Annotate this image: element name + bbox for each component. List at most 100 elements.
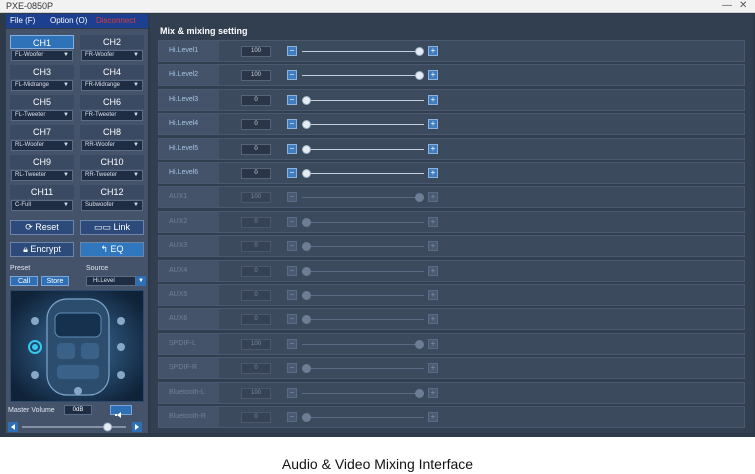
mix-slider-track[interactable] [302, 124, 424, 126]
mix-row-value[interactable]: 0 [241, 168, 271, 179]
mix-slider-track[interactable] [302, 75, 424, 77]
mix-row-label: AUX5 [159, 285, 219, 305]
increase-button[interactable]: + [428, 119, 438, 130]
channel-type-select[interactable]: FR-Midrange ▼ [81, 80, 143, 91]
chevron-down-icon: ▼ [63, 52, 69, 58]
chevron-down-icon: ▼ [63, 82, 69, 88]
increase-button[interactable]: + [428, 70, 438, 81]
channel-type-select[interactable]: Subwoofer ▼ [81, 200, 143, 211]
title-bar: PXE-0850P — ✕ [0, 0, 755, 13]
mix-row-label: Hi.Level2 [159, 65, 219, 86]
mix-slider-track[interactable] [302, 99, 424, 101]
mix-slider-track[interactable] [302, 51, 424, 52]
link-button[interactable]: ▭▭ Link [80, 220, 144, 235]
channel-button[interactable]: CH12 [80, 185, 144, 199]
channel-button[interactable]: CH2 [80, 35, 144, 49]
master-volume-label: Master Volume [8, 407, 55, 414]
mix-slider-knob [302, 217, 311, 227]
mix-row: Hi.Level1 100 − + [158, 40, 745, 62]
chevron-down-icon[interactable]: ▼ [136, 276, 146, 286]
mix-slider-knob[interactable] [302, 144, 311, 154]
channel-button[interactable]: CH10 [80, 155, 144, 169]
eq-button[interactable]: ↰ EQ [80, 242, 144, 257]
channel-type-select[interactable]: FR-Tweeter ▼ [81, 110, 143, 121]
decrease-button[interactable]: − [287, 168, 297, 178]
channel-button[interactable]: CH1 [10, 35, 74, 49]
mix-row-value[interactable]: 0 [241, 94, 271, 106]
mix-slider-track [302, 295, 424, 296]
reset-button[interactable]: ⟳ Reset [10, 220, 74, 235]
channel-type-select[interactable]: FR-Woofer ▼ [81, 50, 143, 61]
increase-button[interactable]: + [428, 94, 438, 105]
encrypt-button[interactable]: 🔒︎ Encrypt [10, 242, 74, 257]
mix-slider-track[interactable] [302, 148, 424, 150]
decrease-button[interactable]: − [287, 143, 297, 154]
channel-type-select[interactable]: FL-Woofer ▼ [11, 50, 73, 61]
app-window: PXE-0850P — ✕ File (F) Option (O) Discon… [0, 0, 755, 437]
channel-6: CH6 FR-Tweeter ▼ [80, 95, 144, 123]
channel-type-select[interactable]: FL-Tweeter ▼ [11, 110, 73, 121]
master-volume-knob [103, 422, 113, 432]
mix-row-value: 100 [241, 192, 271, 204]
channel-7: CH7 RL-Woofer ▼ [10, 125, 74, 153]
mix-slider-knob[interactable] [415, 47, 424, 56]
mix-row: Hi.Level3 0 − + [158, 88, 745, 111]
connection-status[interactable]: Disconnect [96, 16, 136, 25]
mix-slider-track[interactable] [302, 173, 424, 174]
decrease-button[interactable]: − [287, 94, 297, 105]
mix-row-value[interactable]: 100 [241, 46, 271, 57]
mix-slider-knob[interactable] [302, 95, 311, 105]
channel-type-value: FL-Woofer [15, 52, 44, 58]
channel-type-value: Subwoofer [85, 202, 114, 208]
channel-button[interactable]: CH4 [80, 65, 144, 79]
increase-button[interactable]: + [428, 168, 438, 178]
channel-type-select[interactable]: RR-Woofer ▼ [81, 140, 143, 151]
menu-option[interactable]: Option (O) [50, 16, 87, 25]
channel-3: CH3 FL-Midrange ▼ [10, 65, 74, 93]
channel-button[interactable]: CH3 [10, 65, 74, 79]
channel-button[interactable]: CH9 [10, 155, 74, 169]
channel-button[interactable]: CH8 [80, 125, 144, 139]
chevron-down-icon: ▼ [63, 142, 69, 148]
channel-button[interactable]: CH7 [10, 125, 74, 139]
preset-call-button[interactable]: Call [10, 276, 38, 286]
decrease-button[interactable]: − [287, 119, 297, 130]
channel-button[interactable]: CH5 [10, 95, 74, 109]
master-volume-slider[interactable] [8, 419, 144, 432]
mix-row-value[interactable]: 0 [241, 119, 271, 131]
image-caption: Audio & Video Mixing Interface [281, 456, 474, 472]
source-select[interactable]: Hi.Level [86, 276, 136, 286]
decrease-button[interactable]: − [287, 70, 297, 81]
increase-button[interactable]: + [428, 46, 438, 56]
channel-type-select[interactable]: RL-Woofer ▼ [11, 140, 73, 151]
channel-button[interactable]: CH11 [10, 185, 74, 199]
chevron-down-icon: ▼ [133, 52, 139, 58]
decrease-button[interactable]: − [287, 46, 297, 56]
mix-row: AUX1 100 − + [158, 186, 745, 209]
minimize-button[interactable]: — [722, 0, 732, 11]
increase-button[interactable]: + [428, 143, 438, 154]
mix-row-value[interactable]: 100 [241, 70, 271, 82]
speaker-icon[interactable] [110, 405, 132, 418]
mix-row: Hi.Level5 0 − + [158, 137, 745, 160]
mix-slider-knob[interactable] [302, 120, 311, 130]
mix-row: AUX4 0 − + [158, 259, 745, 282]
preset-store-button[interactable]: Store [41, 276, 69, 286]
mix-slider-knob[interactable] [302, 169, 311, 178]
menu-file[interactable]: File (F) [10, 16, 35, 25]
channel-button[interactable]: CH6 [80, 95, 144, 109]
decrease-button: − [287, 338, 297, 349]
mix-row-label: Hi.Level3 [159, 89, 219, 110]
channel-type-select[interactable]: FL-Midrange ▼ [11, 80, 73, 91]
channel-type-select[interactable]: RL-Tweeter ▼ [11, 170, 73, 181]
close-button[interactable]: ✕ [739, 0, 747, 11]
mix-row-value[interactable]: 0 [241, 143, 271, 155]
master-volume-value[interactable]: 0dB [64, 405, 92, 415]
channel-type-value: FL-Midrange [15, 82, 50, 88]
mix-slider-track [302, 417, 424, 418]
channel-type-select[interactable]: RR-Tweeter ▼ [81, 170, 143, 181]
channel-type-select[interactable]: C-Full ▼ [11, 200, 73, 211]
mix-slider-knob [302, 266, 311, 276]
mix-slider-knob[interactable] [415, 71, 424, 81]
decrease-button: − [287, 290, 297, 300]
